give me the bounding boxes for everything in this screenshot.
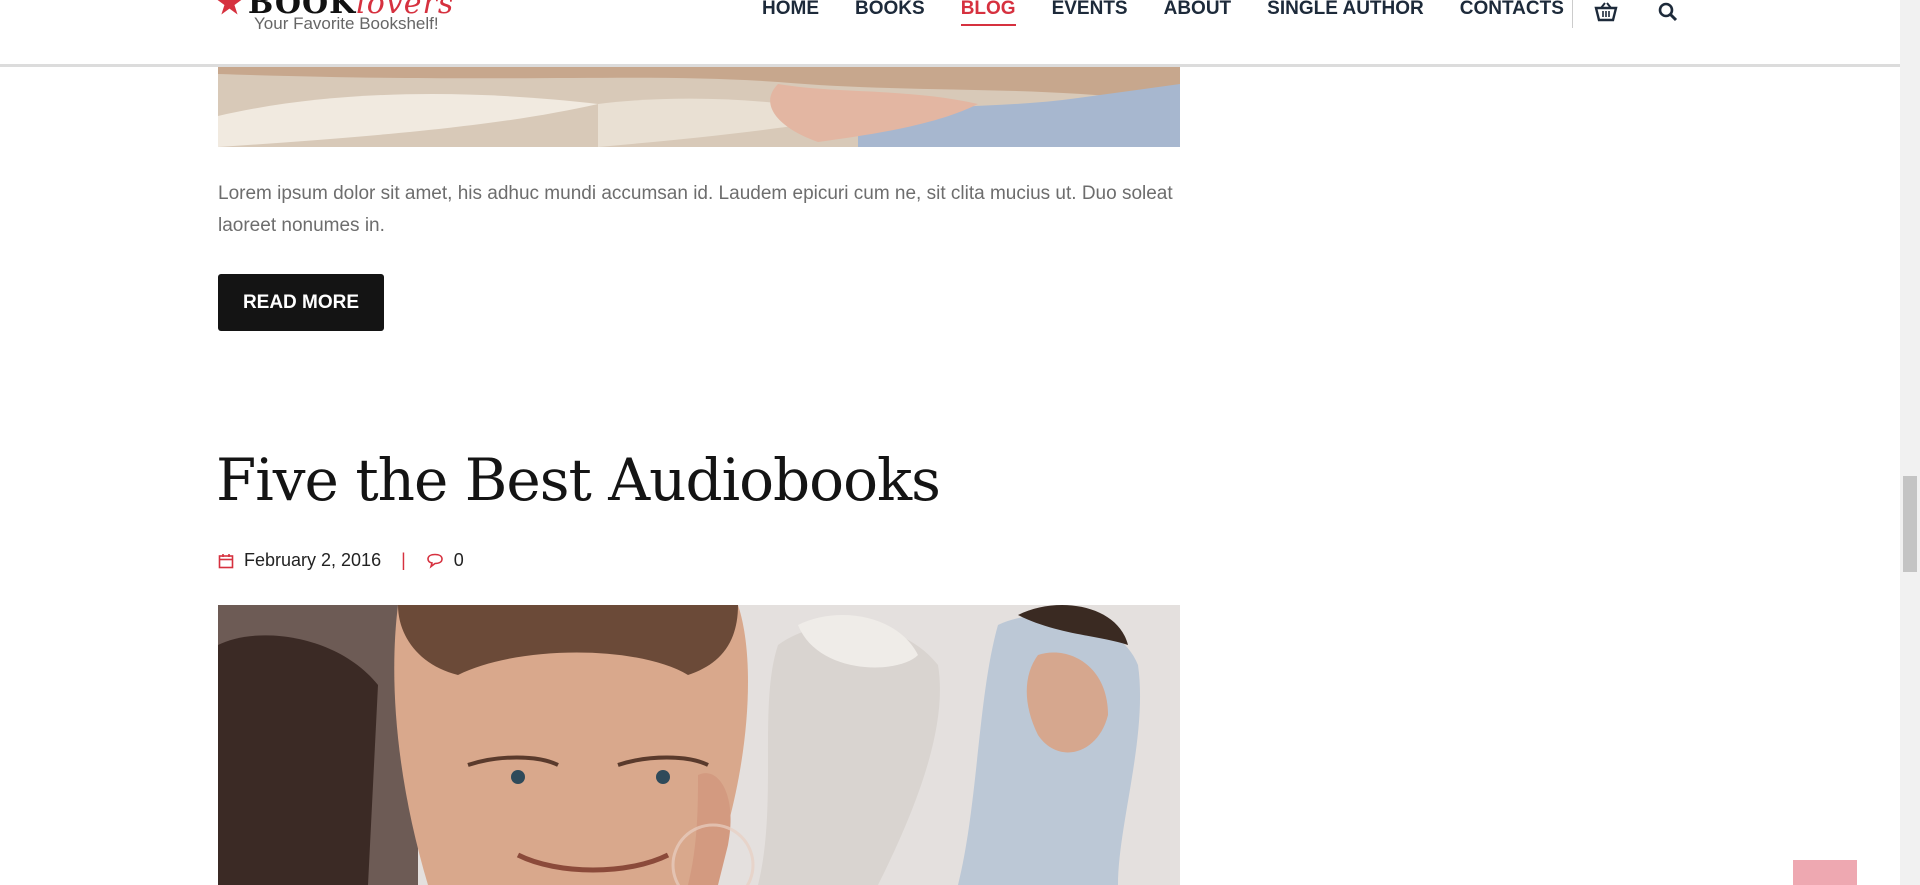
post-featured-image[interactable]: [218, 64, 1180, 147]
scrollbar-thumb[interactable]: [1903, 476, 1917, 572]
post-title[interactable]: Five the Best Audiobooks: [216, 446, 941, 514]
post-excerpt: Lorem ipsum dolor sit amet, his adhuc mu…: [218, 183, 1173, 236]
main-nav: HOME BOOKS BLOG EVENTS ABOUT SINGLE AUTH…: [762, 0, 1600, 34]
nav-divider: [1572, 0, 1573, 28]
comment-count[interactable]: 0: [454, 550, 464, 571]
cart-icon[interactable]: [1592, 0, 1620, 24]
post-date[interactable]: February 2, 2016: [244, 550, 381, 571]
nav-item-about[interactable]: ABOUT: [1164, 0, 1232, 24]
nav-item-contacts[interactable]: CONTACTS: [1460, 0, 1564, 24]
comments-icon: [426, 553, 443, 569]
site-header: ★ BOOKlovers Your Favorite Bookshelf! HOM…: [0, 0, 1900, 67]
star-icon: ★: [216, 0, 244, 21]
read-more-button[interactable]: READ MORE: [218, 274, 384, 331]
search-icon[interactable]: [1654, 0, 1682, 24]
nav-item-single-author[interactable]: SINGLE AUTHOR: [1267, 0, 1424, 24]
calendar-icon: [218, 553, 234, 568]
logo-tagline: Your Favorite Bookshelf!: [254, 14, 439, 33]
nav-item-books[interactable]: BOOKS: [855, 0, 925, 24]
page-scrollbar[interactable]: [1900, 0, 1920, 885]
nav-item-home[interactable]: HOME: [762, 0, 819, 24]
back-to-top-button[interactable]: [1793, 860, 1857, 885]
post-meta: February 2, 2016 | 0: [218, 550, 464, 571]
nav-item-blog[interactable]: BLOG: [960, 0, 1016, 26]
post-featured-image-audiobooks[interactable]: [218, 605, 1180, 885]
nav-item-events[interactable]: EVENTS: [1052, 0, 1128, 24]
meta-divider: |: [401, 550, 406, 570]
site-logo[interactable]: ★ BOOKlovers Your Favorite Bookshelf!: [216, 0, 476, 40]
